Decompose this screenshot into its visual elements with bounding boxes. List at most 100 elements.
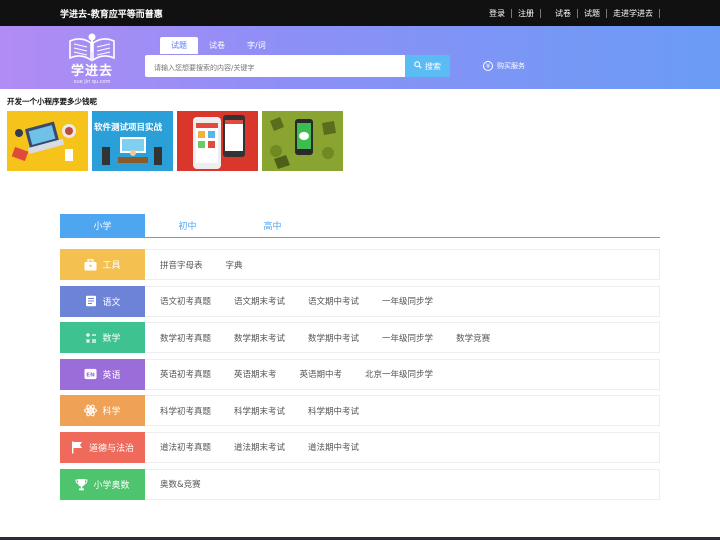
subject-row-tools: 工具 拼音字母表 字典 [60,249,660,280]
site-logo[interactable]: 学进去 xue jin qu.com [64,32,120,86]
logo-url: xue jin qu.com [73,79,111,85]
item-link[interactable]: 一年级同步学 [382,332,433,344]
search-tab-words[interactable]: 字/词 [236,37,277,54]
subject-row-english: EN 英语 英语初考真题 英语期末考 英语期中考 北京一年级同步学 [60,358,660,390]
promo-title[interactable]: 开发一个小程序要多少钱呢 [7,96,97,107]
en-badge-icon: EN [84,368,98,381]
item-link[interactable]: 语文初考真题 [160,295,211,307]
tab-primary[interactable]: 小学 [60,214,145,237]
divider [659,9,660,18]
subject-label: 工具 [102,261,121,271]
search-button-label: 搜索 [425,61,441,71]
subject-row-math: 数学 数学初考真题 数学期末考试 数学期中考试 一年级同步学 数学竞赛 [60,322,660,354]
login-link[interactable]: 登录 [483,8,511,19]
header-banner: 学进去 xue jin qu.com 试题 试卷 字/词 搜索 ¥ 购买服务 [0,26,720,89]
item-link[interactable]: 科学期末考试 [234,405,285,417]
search-tabs: 试题 试卷 字/词 [160,37,277,54]
book-icon [84,295,97,308]
toolbox-icon [84,258,97,271]
subject-math[interactable]: 数学 [60,322,145,354]
subject-items: 拼音字母表 字典 [145,259,266,271]
item-link[interactable]: 奥数&竞赛 [160,478,201,490]
subject-items: 语文初考真题 语文期末考试 语文期中考试 一年级同步学 [145,295,456,307]
search-icon [414,61,422,71]
atom-icon [84,404,98,417]
item-link[interactable]: 道法期中考试 [308,441,359,453]
questions-link[interactable]: 试题 [578,8,606,19]
currency-icon: ¥ [483,61,493,71]
subject-label: 科学 [102,407,121,418]
item-link[interactable]: 科学期中考试 [308,405,359,417]
item-link[interactable]: 数学期末考试 [234,332,285,344]
item-link[interactable]: 语文期中考试 [308,295,359,307]
search-tab-questions[interactable]: 试题 [160,37,198,54]
subject-chinese[interactable]: 语文 [60,285,145,317]
buy-service-label: 购买服务 [497,62,525,70]
item-link[interactable]: 道法期末考试 [234,441,285,453]
subject-row-ethics: 道德与法治 道法初考真题 道法期末考试 道法期中考试 [60,431,660,463]
promo-image-software-testing[interactable]: 软件测试项目实战 [92,111,173,171]
subject-row-chinese: 语文 语文初考真题 语文期末考试 语文期中考试 一年级同步学 [60,285,660,317]
classroom-illustration-icon [102,137,162,165]
logo-text: 学进去 [70,64,113,79]
laptop-desk-illustration-icon [11,121,76,162]
subject-ethics-law[interactable]: 道德与法治 [60,431,145,463]
item-link[interactable]: 数学期中考试 [308,332,359,344]
about-link[interactable]: 走进学进去 [607,8,659,19]
papers-link[interactable]: 试卷 [549,8,577,19]
search-box [145,55,405,79]
subject-english[interactable]: EN 英语 [60,358,145,390]
buy-service-link[interactable]: ¥ 购买服务 [483,61,525,71]
item-link[interactable]: 一年级同步学 [382,295,433,307]
subject-row-science: 科学 科学初考真题 科学期末考试 科学期中考试 [60,395,660,427]
item-link[interactable]: 英语初考真题 [160,368,211,380]
promo-image-mobile-app[interactable] [177,111,258,171]
flag-icon [71,441,84,454]
item-link[interactable]: 英语期末考 [234,368,277,380]
search-button[interactable]: 搜索 [405,55,450,77]
item-link[interactable]: 道法初考真题 [160,441,211,453]
promo-image-wechat[interactable] [262,111,343,171]
item-link[interactable]: 拼音字母表 [160,259,203,271]
promo-image-laptop[interactable] [7,111,88,171]
subject-label: 小学奥数 [93,480,130,491]
tab-junior-high[interactable]: 初中 [145,214,230,237]
site-slogan: 学进去-教育应平等而普惠 [60,10,163,20]
subject-olympiad[interactable]: 小学奥数 [60,468,145,500]
top-links: 登录 注册 试卷 试题 走进学进去 [483,8,660,19]
subject-label: 数学 [102,334,121,345]
subject-tools[interactable]: 工具 [60,249,145,280]
wechat-phone-illustration-icon [270,117,336,169]
item-link[interactable]: 北京一年级同步学 [365,368,433,380]
subject-label: 英语 [102,370,121,381]
subject-science[interactable]: 科学 [60,395,145,427]
subject-items: 数学初考真题 数学期末考试 数学期中考试 一年级同步学 数学竞赛 [145,332,513,344]
subject-label: 语文 [102,297,121,308]
item-link[interactable]: 语文期末考试 [234,295,285,307]
svg-text:EN: EN [87,373,96,379]
item-link[interactable]: 数学初考真题 [160,332,211,344]
subject-items: 英语初考真题 英语期末考 英语期中考 北京一年级同步学 [145,368,456,380]
subject-items: 科学初考真题 科学期末考试 科学期中考试 [145,405,382,417]
item-link[interactable]: 科学初考真题 [160,405,211,417]
promo-images: 软件测试项目实战 [7,111,343,171]
item-link[interactable]: 字典 [226,259,243,271]
subject-list: 工具 拼音字母表 字典 语文 语文初考真题 语文期末考试 语文期中考试 一年级同… [60,249,660,505]
trophy-icon [75,478,88,491]
tab-senior-high[interactable]: 高中 [230,214,315,237]
search-input[interactable] [145,57,405,79]
subject-items: 奥数&竞赛 [145,478,224,490]
item-link[interactable]: 数学竞赛 [456,332,490,344]
subject-row-olympiad: 小学奥数 奥数&竞赛 [60,468,660,500]
register-link[interactable]: 注册 [512,8,540,19]
item-link[interactable]: 英语期中考 [300,368,343,380]
divider [540,9,541,18]
search-tab-papers[interactable]: 试卷 [198,37,236,54]
mobile-app-screens-illustration-icon [193,115,245,169]
math-symbols-icon [84,331,97,344]
grade-tabs: 小学 初中 高中 [60,214,660,238]
subject-items: 道法初考真题 道法期末考试 道法期中考试 [145,441,382,453]
subject-label: 道德与法治 [88,443,134,454]
open-book-logo-icon [69,33,115,62]
top-bar: 学进去-教育应平等而普惠 登录 注册 试卷 试题 走进学进去 [0,0,720,26]
